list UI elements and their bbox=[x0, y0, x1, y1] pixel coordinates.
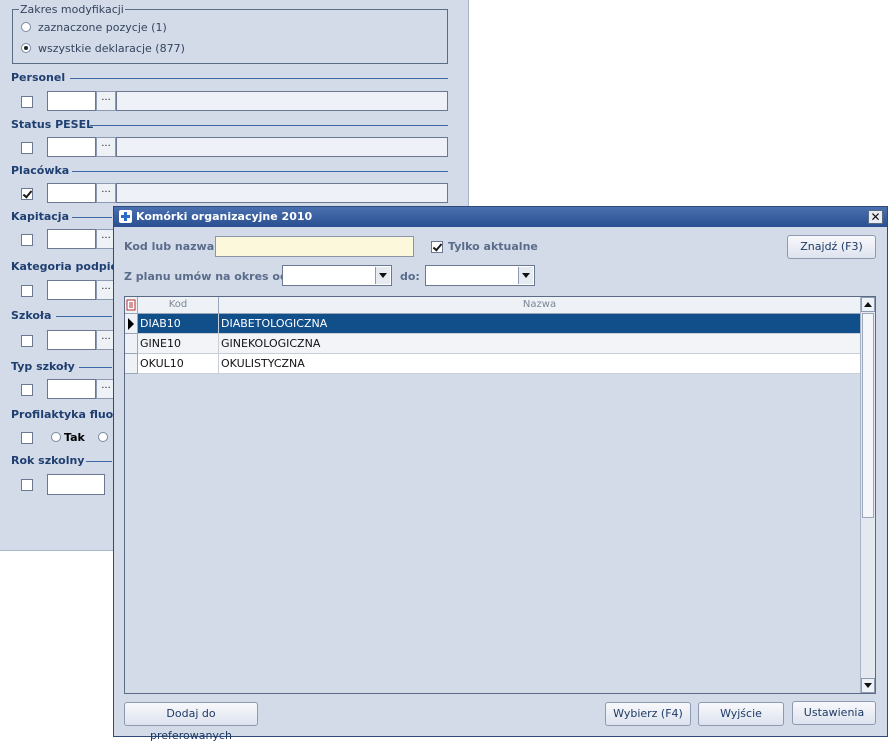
scroll-down-icon[interactable] bbox=[861, 678, 875, 693]
radio-selected-items-label: zaznaczone pozycje (1) bbox=[38, 21, 167, 34]
section-kapitacja-label: Kapitacja bbox=[11, 210, 69, 223]
section-divider bbox=[86, 461, 112, 462]
status-pesel-ellipsis-button[interactable]: ... bbox=[96, 137, 116, 157]
section-divider bbox=[72, 171, 448, 172]
section-divider bbox=[79, 367, 112, 368]
checkbox-profilaktyka[interactable] bbox=[21, 432, 33, 444]
grid-vertical-scrollbar[interactable] bbox=[860, 297, 875, 693]
row-indicator bbox=[125, 334, 138, 354]
plan-to-combo[interactable] bbox=[425, 265, 535, 286]
current-row-arrow-icon bbox=[128, 318, 134, 330]
only-current-label: Tylko aktualne bbox=[448, 240, 538, 253]
checkbox-personel[interactable] bbox=[21, 96, 33, 108]
settings-button[interactable]: Ustawienia bbox=[792, 701, 876, 725]
scope-groupbox-title: Zakres modyfikacji bbox=[19, 3, 125, 16]
cell-nazwa: DIABETOLOGICZNA bbox=[219, 314, 861, 334]
radio-all-declarations-label: wszystkie deklaracje (877) bbox=[38, 42, 185, 55]
checkbox-rok-szkolny[interactable] bbox=[21, 479, 33, 491]
org-units-dialog: Komórki organizacyjne 2010 ✕ Kod lub naz… bbox=[113, 206, 888, 742]
section-placowka-label: Placówka bbox=[11, 164, 70, 177]
chevron-down-icon[interactable] bbox=[375, 267, 390, 284]
section-divider bbox=[90, 125, 448, 126]
column-header-kod[interactable]: Kod bbox=[138, 297, 219, 314]
checkbox-typ-szkoly[interactable] bbox=[21, 384, 33, 396]
section-typ-szkoly-label: Typ szkoły bbox=[11, 360, 75, 373]
szkola-code-field[interactable] bbox=[47, 330, 96, 350]
chevron-down-icon[interactable] bbox=[518, 267, 533, 284]
cell-nazwa: OKULISTYCZNA bbox=[219, 354, 861, 374]
personel-code-field[interactable] bbox=[47, 91, 96, 111]
radio-fluor-tak[interactable] bbox=[51, 432, 61, 442]
checkbox-status-pesel[interactable] bbox=[21, 142, 33, 154]
find-button[interactable]: Znajdź (F3) bbox=[787, 235, 876, 259]
radio-fluor-tak-label: Tak bbox=[64, 431, 85, 444]
placowka-name-field bbox=[116, 183, 448, 203]
radio-fluor-nie[interactable] bbox=[98, 432, 108, 442]
grid-corner[interactable] bbox=[125, 297, 138, 314]
plan-to-label: do: bbox=[400, 270, 420, 283]
plan-from-label: Z planu umów na okres od: bbox=[124, 270, 293, 283]
radio-selected-items[interactable] bbox=[21, 22, 31, 32]
section-profilaktyka-label: Profilaktyka fluorl bbox=[11, 408, 123, 421]
typ-szkoly-code-field[interactable] bbox=[47, 379, 96, 399]
scroll-up-icon[interactable] bbox=[861, 297, 875, 312]
kategoria-code-field[interactable] bbox=[47, 280, 96, 300]
section-kategoria-label: Kategoria podpiec bbox=[11, 260, 125, 273]
checkbox-placowka[interactable] bbox=[21, 188, 33, 200]
dialog-titlebar[interactable]: Komórki organizacyjne 2010 ✕ bbox=[114, 207, 887, 227]
table-row[interactable]: OKUL10 OKULISTYCZNA bbox=[125, 354, 861, 374]
checkbox-kapitacja[interactable] bbox=[21, 234, 33, 246]
scope-groupbox: Zakres modyfikacji zaznaczone pozycje (1… bbox=[12, 3, 448, 64]
placowka-ellipsis-button[interactable]: ... bbox=[96, 183, 116, 203]
document-icon bbox=[126, 299, 136, 311]
close-button[interactable]: ✕ bbox=[868, 210, 883, 224]
rok-szkolny-field[interactable] bbox=[47, 474, 105, 495]
section-szkola-label: Szkoła bbox=[11, 309, 52, 322]
code-or-name-input[interactable] bbox=[215, 236, 414, 257]
code-or-name-label: Kod lub nazwa: bbox=[124, 240, 219, 253]
section-divider bbox=[70, 78, 448, 79]
row-indicator bbox=[125, 354, 138, 374]
section-divider bbox=[72, 217, 112, 218]
dialog-title: Komórki organizacyjne 2010 bbox=[136, 210, 313, 223]
add-to-preferred-button[interactable]: Dodaj do preferowanych bbox=[124, 702, 258, 742]
section-personel-label: Personel bbox=[11, 71, 66, 84]
column-header-nazwa[interactable]: Nazwa bbox=[219, 297, 861, 314]
personel-name-field bbox=[116, 91, 448, 111]
section-rok-szkolny-label: Rok szkolny bbox=[11, 454, 85, 467]
section-divider bbox=[56, 316, 112, 317]
plan-from-combo[interactable] bbox=[282, 265, 392, 286]
only-current-checkbox[interactable] bbox=[431, 241, 443, 253]
checkbox-szkola[interactable] bbox=[21, 335, 33, 347]
scroll-thumb[interactable] bbox=[862, 313, 874, 518]
cell-kod: GINE10 bbox=[138, 334, 219, 354]
plus-icon bbox=[119, 210, 132, 223]
kapitacja-code-field[interactable] bbox=[47, 229, 96, 249]
personel-ellipsis-button[interactable]: ... bbox=[96, 91, 116, 111]
table-row[interactable]: DIAB10 DIABETOLOGICZNA bbox=[125, 314, 861, 334]
select-button[interactable]: Wybierz (F4) bbox=[605, 702, 691, 726]
table-row[interactable]: GINE10 GINEKOLOGICZNA bbox=[125, 334, 861, 354]
cell-nazwa: GINEKOLOGICZNA bbox=[219, 334, 861, 354]
exit-button[interactable]: Wyjście bbox=[698, 702, 784, 726]
status-pesel-code-field[interactable] bbox=[47, 137, 96, 157]
placowka-code-field[interactable] bbox=[47, 183, 96, 203]
checkbox-kategoria[interactable] bbox=[21, 285, 33, 297]
section-status-pesel-label: Status PESEL bbox=[11, 118, 94, 131]
cell-kod: OKUL10 bbox=[138, 354, 219, 374]
org-units-grid[interactable]: Kod Nazwa DIAB10 DIABETOLOGICZNA GINE10 … bbox=[124, 296, 876, 694]
status-pesel-name-field bbox=[116, 137, 448, 157]
cell-kod: DIAB10 bbox=[138, 314, 219, 334]
row-indicator bbox=[125, 314, 138, 334]
radio-all-declarations[interactable] bbox=[21, 43, 31, 53]
